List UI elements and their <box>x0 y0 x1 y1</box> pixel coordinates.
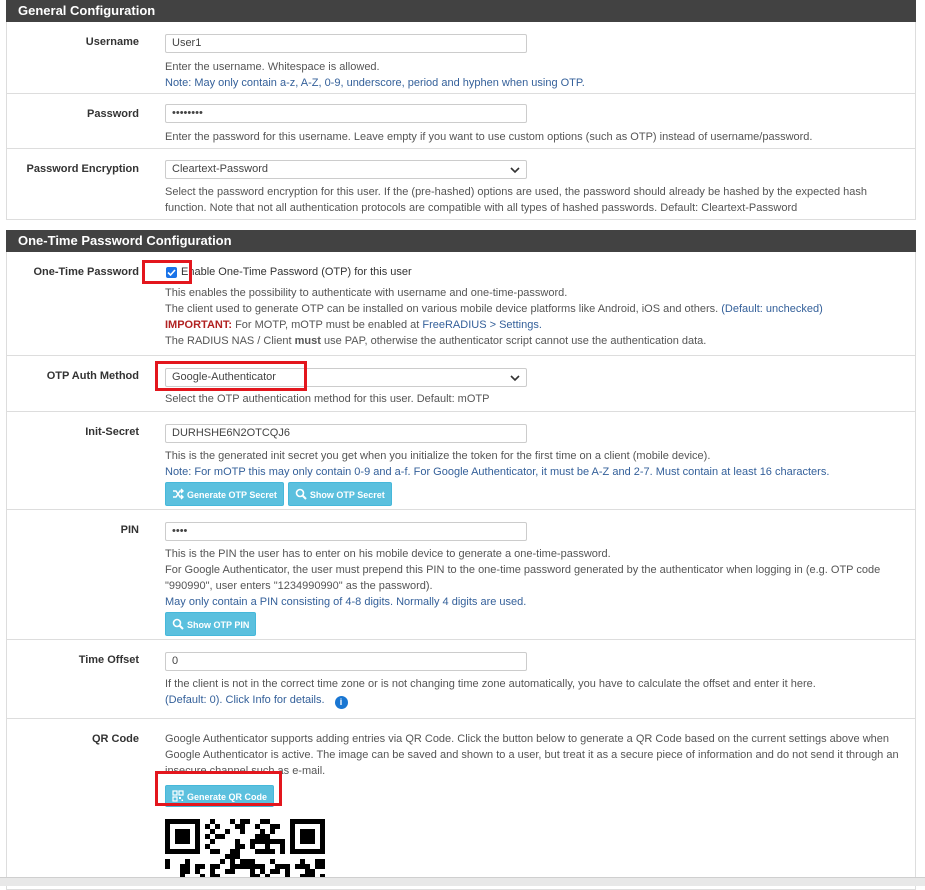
time-offset-default: (Default: 0). Click Info for details. <box>165 694 325 706</box>
init-secret-input[interactable]: DURHSHE6N2OTCQJ6 <box>165 424 527 443</box>
password-row: Password •••••••• Enter the password for… <box>7 94 915 149</box>
chevron-down-icon <box>510 375 520 382</box>
otp-auth-method-help: Select the OTP authentication method for… <box>165 393 490 405</box>
time-offset-label: Time Offset <box>78 654 139 666</box>
shuffle-icon <box>173 488 184 500</box>
otp-auth-method-label: OTP Auth Method <box>46 370 139 382</box>
qr-code-label: QR Code <box>91 733 139 745</box>
pap-help-b: use PAP, otherwise the authenticator scr… <box>323 335 707 347</box>
info-icon[interactable]: i <box>334 696 348 709</box>
taskbar <box>0 877 925 886</box>
pap-help-a: The RADIUS NAS / Client <box>165 335 292 347</box>
init-secret-help: This is the generated init secret you ge… <box>165 450 711 462</box>
username-help: Enter the username. Whitespace is allowe… <box>165 61 380 73</box>
password-encryption-help: Select the password encryption for this … <box>165 186 867 214</box>
chevron-down-icon <box>510 167 520 174</box>
time-offset-input[interactable]: 0 <box>165 652 527 671</box>
highlight-otp-auth-method <box>155 361 307 391</box>
freeradius-settings-link[interactable]: FreeRADIUS > Settings. <box>422 319 542 331</box>
username-label: Username <box>85 36 139 48</box>
password-encryption-row: Password Encryption Cleartext-Password S… <box>7 149 915 219</box>
init-secret-row: Init-Secret DURHSHE6N2OTCQJ6 This is the… <box>7 412 915 510</box>
password-encryption-select[interactable]: Cleartext-Password <box>165 160 527 179</box>
pin-note: May only contain a PIN consisting of 4-8… <box>165 596 527 608</box>
generate-otp-secret-label: Generate OTP Secret <box>187 490 277 500</box>
time-offset-row: Time Offset 0 If the client is not in th… <box>7 640 915 719</box>
general-configuration-title: General Configuration <box>6 0 916 22</box>
otp-enable-label: One-Time Password <box>33 266 139 278</box>
highlight-otp-checkbox <box>142 260 192 284</box>
qr-code-row: QR Code Google Authenticator supports ad… <box>7 719 915 889</box>
pin-row: PIN •••• This is the PIN the user has to… <box>7 510 915 640</box>
pap-help-must: must <box>294 335 321 347</box>
otp-enable-help: This enables the possibility to authenti… <box>165 287 568 299</box>
generate-otp-secret-button[interactable]: Generate OTP Secret <box>165 482 284 506</box>
init-secret-note: Note: For mOTP this may only contain 0-9… <box>165 466 830 478</box>
username-note: Note: May only contain a-z, A-Z, 0-9, un… <box>165 77 585 89</box>
show-otp-pin-label: Show OTP PIN <box>187 620 250 630</box>
username-input[interactable]: User1 <box>165 34 527 53</box>
otp-configuration-title: One-Time Password Configuration <box>6 230 916 252</box>
important-text: For MOTP, mOTP must be enabled at <box>235 319 420 331</box>
pin-google-help: For Google Authenticator, the user must … <box>165 564 881 592</box>
important-label: IMPORTANT: <box>165 319 233 331</box>
highlight-generate-qr-button <box>155 771 282 806</box>
otp-client-help: The client used to generate OTP can be i… <box>165 303 719 315</box>
otp-auth-method-row: OTP Auth Method Google-Authenticator Sel… <box>7 356 915 412</box>
pin-label: PIN <box>120 524 139 536</box>
password-encryption-label: Password Encryption <box>26 163 139 175</box>
pin-help: This is the PIN the user has to enter on… <box>165 548 611 560</box>
pin-input[interactable]: •••• <box>165 522 527 541</box>
search-icon <box>172 618 184 630</box>
otp-configuration-panel: One-Time Password Configuration One-Time… <box>6 230 916 890</box>
time-offset-help: If the client is not in the correct time… <box>165 678 816 690</box>
otp-enable-checkbox-label[interactable]: Enable One-Time Password (OTP) for this … <box>181 264 412 280</box>
password-input[interactable]: •••••••• <box>165 104 527 123</box>
show-otp-secret-label: Show OTP Secret <box>309 490 385 500</box>
password-encryption-value: Cleartext-Password <box>172 163 268 175</box>
password-label: Password <box>87 108 139 120</box>
init-secret-label: Init-Secret <box>85 426 139 438</box>
otp-default-note: (Default: unchecked) <box>721 303 823 315</box>
username-row: Username User1 Enter the username. White… <box>7 22 915 94</box>
show-otp-pin-button[interactable]: Show OTP PIN <box>165 612 257 636</box>
general-configuration-panel: General Configuration Username User1 Ent… <box>6 0 916 220</box>
qr-code-image <box>165 819 325 883</box>
show-otp-secret-button[interactable]: Show OTP Secret <box>287 482 392 506</box>
password-help: Enter the password for this username. Le… <box>165 131 813 143</box>
search-icon <box>295 488 307 500</box>
